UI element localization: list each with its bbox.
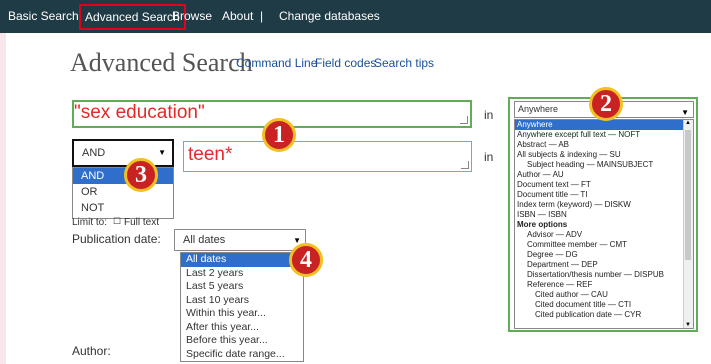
command-line-link[interactable]: Command Line [236, 56, 317, 70]
field-option[interactable]: Cited author — CAU [515, 290, 693, 300]
date-option[interactable]: Last 5 years [181, 280, 303, 294]
boolean-operator-select[interactable]: AND ▼ [72, 139, 174, 167]
in-label-row1: in [484, 108, 494, 122]
scroll-down-icon[interactable]: ▼ [685, 322, 691, 328]
field-option[interactable]: Document title — TI [515, 190, 693, 200]
publication-date-label: Publication date: [72, 232, 161, 246]
scroll-up-icon[interactable]: ▲ [685, 120, 691, 126]
boolean-option[interactable]: OR [73, 184, 173, 200]
limit-to-label: Limit to: [72, 217, 108, 228]
callout-badge-3: 3 [124, 158, 158, 192]
field-option[interactable]: Index term (keyword) — DISKW [515, 200, 693, 210]
date-option[interactable]: After this year... [181, 321, 303, 335]
field-option[interactable]: Dissertation/thesis number — DISPUB [515, 270, 693, 280]
field-option[interactable]: Cited document title — CTI [515, 300, 693, 310]
field-option: More options [517, 220, 568, 229]
field-dropdown: Anywhere ▼ Anywhere Anywhere except full … [508, 97, 698, 332]
scrollbar-thumb[interactable] [685, 130, 691, 260]
field-option[interactable]: Reference — REF [515, 280, 693, 290]
field-option[interactable]: All subjects & indexing — SU [515, 150, 693, 160]
field-options-list: Anywhere Anywhere except full text — NOFT… [514, 119, 694, 329]
nav-advanced-search[interactable]: Advanced Search [79, 4, 186, 30]
date-options-list: All dates Last 2 years Last 5 years Last… [180, 252, 304, 362]
date-option[interactable]: All dates [181, 253, 303, 267]
boolean-option[interactable]: AND [73, 168, 173, 184]
field-option[interactable]: Department — DEP [515, 260, 693, 270]
nav-about[interactable]: About [222, 0, 253, 33]
callout-badge-1: 1 [262, 118, 296, 152]
date-selected-value: All dates [183, 234, 226, 246]
field-codes-link[interactable]: Field codes [315, 56, 376, 70]
field-option[interactable]: Cited publication date — CYR [515, 310, 693, 320]
field-selected-value: Anywhere [518, 104, 559, 114]
field-option[interactable]: Subject heading — MAINSUBJECT [515, 160, 693, 170]
dropdown-arrow-icon: ▼ [681, 108, 689, 117]
search-term-row2: teen* [188, 144, 233, 165]
field-option[interactable]: Document text — FT [515, 180, 693, 190]
callout-badge-2: 2 [589, 87, 623, 121]
date-option[interactable]: Within this year... [181, 307, 303, 321]
field-option[interactable]: Anywhere [515, 120, 693, 130]
resize-handle-icon[interactable] [461, 161, 469, 169]
boolean-options-list: AND OR NOT [72, 167, 174, 219]
boolean-option[interactable]: NOT [73, 200, 173, 216]
nav-change-databases[interactable]: Change databases [279, 0, 380, 33]
publication-date-select[interactable]: All dates ▼ [174, 229, 306, 251]
date-option[interactable]: Before this year... [181, 334, 303, 348]
date-option[interactable]: Specific date range... [181, 348, 303, 362]
author-label: Author: [72, 344, 111, 358]
page-title: Advanced Search [70, 48, 253, 77]
date-option[interactable]: Last 2 years [181, 267, 303, 281]
field-option[interactable]: Advisor — ADV [515, 230, 693, 240]
field-option[interactable]: ISBN — ISBN [515, 210, 693, 220]
in-label-row2: in [484, 150, 494, 164]
field-list-scrollbar[interactable]: ▲ ▼ [683, 120, 693, 328]
search-term-row1: "sex education" [74, 102, 205, 123]
nav-separator: | [260, 9, 264, 23]
resize-handle-icon[interactable] [460, 116, 468, 124]
field-option[interactable]: Abstract — AB [515, 140, 693, 150]
search-input-row2[interactable]: teen* [183, 141, 472, 172]
full-text-checkbox[interactable]: ☐ [113, 216, 121, 227]
date-option[interactable]: Last 10 years [181, 294, 303, 308]
nav-basic-search[interactable]: Basic Search [8, 0, 79, 33]
search-tips-link[interactable]: Search tips [374, 56, 434, 70]
boolean-selected-value: AND [82, 147, 106, 159]
field-option[interactable]: Degree — DG [515, 250, 693, 260]
dropdown-arrow-icon: ▼ [158, 148, 166, 157]
nav-browse[interactable]: Browse [172, 0, 212, 33]
field-option[interactable]: Author — AU [515, 170, 693, 180]
field-option[interactable]: Committee member — CMT [515, 240, 693, 250]
full-text-label: Full text [124, 217, 160, 228]
callout-badge-4: 4 [289, 243, 323, 277]
field-option[interactable]: Anywhere except full text — NOFT [515, 130, 693, 140]
top-nav-bar: Basic Search Advanced Search Browse Abou… [0, 0, 711, 33]
